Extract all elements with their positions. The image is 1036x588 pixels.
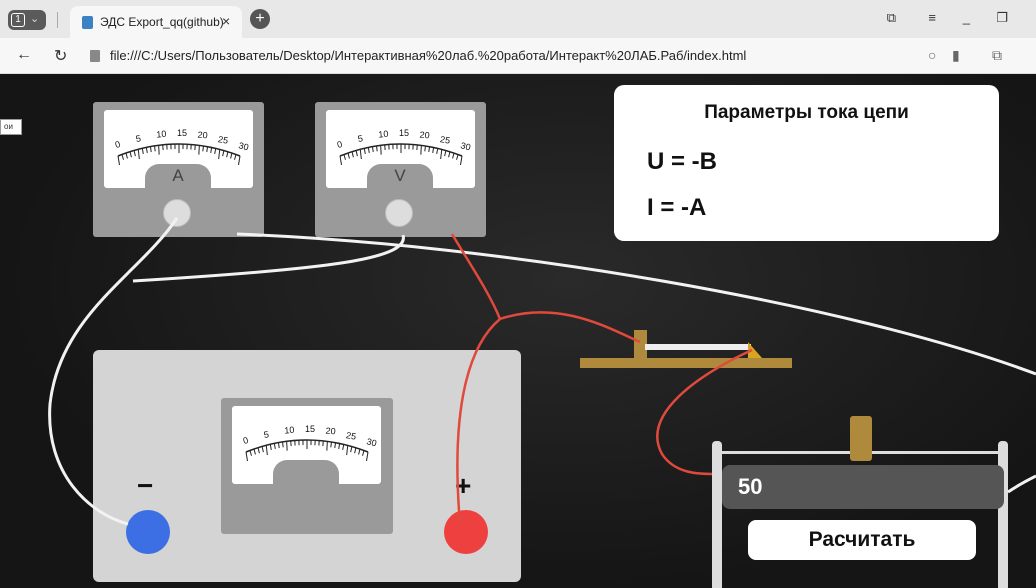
minimize-icon[interactable]: _ bbox=[963, 10, 970, 25]
wire-to-plus[interactable] bbox=[456, 318, 501, 525]
tab-title: ЭДС Export_qq(github) bbox=[100, 15, 224, 29]
browser-tab-bar: 1 ⌄ ЭДС Export_qq(github) × + ⧉ ≡ _ ❐ bbox=[0, 0, 1036, 38]
wire-slider-to-panel[interactable] bbox=[656, 348, 753, 476]
maximize-icon[interactable]: ❐ bbox=[996, 10, 1008, 26]
lab-canvas: ои 0 5 10 15 20 25 30 A 0 5 10 15 20 25 30 bbox=[0, 74, 1036, 588]
back-arrow-icon[interactable]: ← bbox=[16, 46, 32, 64]
tab-actions-button[interactable]: 1 ⌄ bbox=[8, 10, 46, 30]
file-icon bbox=[90, 50, 100, 62]
circuit-wires bbox=[48, 217, 1036, 526]
chevron-down-icon: ⌄ bbox=[30, 13, 40, 25]
close-tab-icon[interactable]: × bbox=[222, 13, 230, 29]
active-tab[interactable]: ЭДС Export_qq(github) × bbox=[70, 6, 242, 38]
wire-to-rheostat-left[interactable] bbox=[499, 311, 641, 344]
read-aloud-icon[interactable]: ○ bbox=[928, 47, 936, 63]
wire-rheostat-right[interactable] bbox=[1007, 474, 1036, 494]
menu-icon[interactable]: ≡ bbox=[928, 10, 936, 25]
tab-count-badge: 1 bbox=[11, 13, 25, 27]
url-field[interactable]: file:///C:/Users/Пользователь/Desktop/Ин… bbox=[110, 48, 746, 63]
wire-ammeter-to-minus[interactable] bbox=[48, 217, 179, 526]
new-tab-button[interactable]: + bbox=[250, 9, 270, 29]
divider bbox=[57, 12, 58, 28]
reload-icon[interactable]: ↻ bbox=[54, 46, 67, 66]
page-icon bbox=[82, 16, 93, 29]
extensions-icon[interactable]: ⧉ bbox=[992, 47, 1002, 64]
collections-icon[interactable]: ⧉ bbox=[887, 10, 896, 26]
bookmark-icon[interactable]: ▮ bbox=[952, 47, 960, 64]
wire-ammeter-to-rheostat[interactable] bbox=[236, 232, 1036, 376]
wire-voltmeter-red[interactable] bbox=[450, 233, 502, 320]
address-bar: ← ↻ file:///C:/Users/Пользователь/Deskto… bbox=[0, 38, 1036, 74]
